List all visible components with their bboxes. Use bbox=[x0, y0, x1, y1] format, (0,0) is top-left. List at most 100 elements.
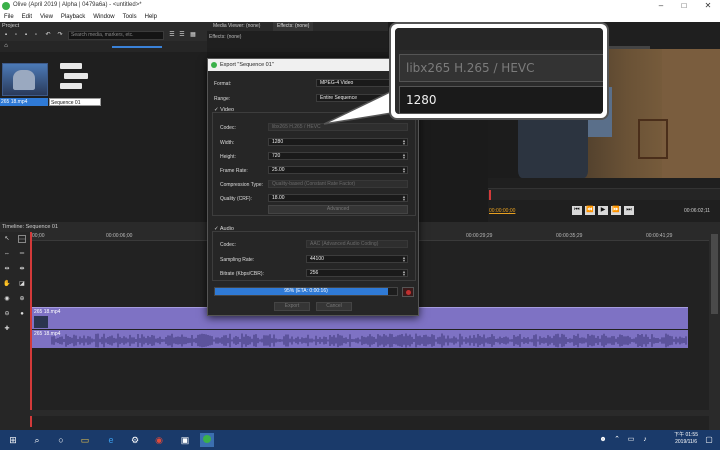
width-field[interactable]: 1280 ▲ ▼ bbox=[268, 138, 408, 146]
snap-icon[interactable]: ⋯ bbox=[18, 235, 26, 243]
pointer-tool-icon[interactable]: ↖ bbox=[3, 235, 11, 243]
menu-file[interactable]: File bbox=[0, 12, 18, 22]
tab-effects[interactable]: Effects: (none) bbox=[273, 22, 314, 31]
menu-edit[interactable]: Edit bbox=[18, 12, 36, 22]
people-icon[interactable]: ☻ bbox=[596, 433, 610, 447]
icon-view-icon[interactable]: ▦ bbox=[189, 31, 197, 39]
quality-field[interactable]: 18.00 ▲ ▼ bbox=[268, 194, 408, 202]
current-timecode[interactable]: 00:00:00;00 bbox=[489, 208, 515, 214]
chrome-icon[interactable]: ◉ bbox=[152, 433, 166, 447]
audio-clip[interactable]: 265 18.mp4 bbox=[32, 330, 688, 348]
zoom-out-icon[interactable]: ⊖ bbox=[3, 310, 11, 318]
export-dialog-title: Export "Sequence 01" bbox=[208, 59, 418, 71]
open-icon[interactable]: ▫ bbox=[12, 31, 20, 39]
edit-tool-icon[interactable]: ⇔ bbox=[3, 250, 11, 258]
bitrate-field[interactable]: 256 ▲ ▼ bbox=[306, 269, 408, 277]
settings-icon[interactable]: ⚙ bbox=[128, 433, 142, 447]
zoom-pointer bbox=[323, 90, 400, 125]
save-icon[interactable]: ▪ bbox=[22, 31, 30, 39]
fast-forward-button[interactable]: ⏩ bbox=[611, 206, 621, 215]
network-icon[interactable]: ▭ bbox=[624, 433, 638, 447]
menu-help[interactable]: Help bbox=[141, 12, 161, 22]
zoom-in-icon[interactable]: ⊕ bbox=[18, 295, 26, 303]
maximize-button[interactable]: □ bbox=[676, 1, 692, 11]
olive-taskbar-icon[interactable] bbox=[200, 433, 214, 447]
menu-playback[interactable]: Playback bbox=[57, 12, 89, 22]
close-button[interactable]: ✕ bbox=[700, 1, 716, 11]
volume-icon[interactable]: ♪ bbox=[638, 433, 652, 447]
codec-label: Codec: bbox=[220, 125, 236, 131]
tree-view-icon[interactable]: ☰ bbox=[178, 31, 186, 39]
folder-icon[interactable]: ⌂ bbox=[2, 42, 10, 50]
search-icon[interactable]: ⌕ bbox=[30, 433, 44, 447]
timeline-h-scrollbar[interactable] bbox=[30, 410, 709, 416]
undo-icon[interactable]: ↶ bbox=[44, 31, 52, 39]
title-bar: Olive (April 2019 | Alpha | 0479a6a) - <… bbox=[0, 0, 720, 12]
file-explorer-icon[interactable]: ▭ bbox=[78, 433, 92, 447]
advanced-button[interactable]: Advanced bbox=[268, 205, 408, 214]
icon-size-slider[interactable] bbox=[112, 46, 162, 48]
olive-app-icon bbox=[211, 62, 217, 68]
clock-time: 下午 01:55 bbox=[674, 432, 698, 438]
frame-rate-field[interactable]: 25.00 ▲ ▼ bbox=[268, 166, 408, 174]
clip-thumbnail[interactable] bbox=[2, 63, 48, 96]
rewind-button[interactable]: ⏪ bbox=[585, 206, 595, 215]
project-search-input[interactable]: Search media, markers, etc. bbox=[68, 31, 164, 40]
zoom-codec-field: libx265 H.265 / HEVC bbox=[399, 54, 603, 82]
media-item-name[interactable]: 265 18.mp4 bbox=[0, 98, 48, 106]
add-icon[interactable]: ✚ bbox=[3, 325, 11, 333]
viewer-playhead[interactable] bbox=[489, 190, 491, 200]
quality-label: Quality (CRF): bbox=[220, 196, 252, 202]
frame-rate-label: Frame Rate: bbox=[220, 168, 248, 174]
transition-tool-icon[interactable]: ◪ bbox=[18, 280, 26, 288]
viewer-ruler[interactable] bbox=[488, 188, 720, 200]
width-label: Width: bbox=[220, 140, 235, 146]
play-button[interactable]: ▶ bbox=[598, 206, 608, 215]
import-icon[interactable]: ▫ bbox=[32, 31, 40, 39]
taskbar-clock[interactable]: 下午 01:55 2019/11/6 bbox=[674, 432, 698, 446]
hand-tool-icon[interactable]: ◉ bbox=[3, 295, 11, 303]
compression-select[interactable]: Quality-based (Constant Rate Factor) bbox=[268, 180, 408, 188]
video-clip-label: 265 18.mp4 bbox=[34, 309, 61, 315]
tab-media-viewer[interactable]: Media Viewer: (none) bbox=[213, 23, 260, 29]
height-field[interactable]: 720 ▲ ▼ bbox=[268, 152, 408, 160]
cortana-icon[interactable]: ○ bbox=[54, 433, 68, 447]
timeline-scrollbar[interactable] bbox=[709, 232, 720, 430]
height-label: Height: bbox=[220, 154, 236, 160]
ripple-tool-icon[interactable]: ═ bbox=[18, 250, 26, 258]
stop-export-button[interactable] bbox=[402, 287, 414, 297]
zoom-callout-inner: libx265 H.265 / HEVC 1280 bbox=[395, 28, 603, 114]
project-toolbar-2: ⌂ bbox=[0, 41, 207, 52]
project-panel-header: Project bbox=[0, 22, 207, 30]
chevron-up-icon[interactable]: ⌃ bbox=[610, 433, 624, 447]
rolling-tool-icon[interactable]: ⇹ bbox=[3, 265, 11, 273]
minimize-button[interactable]: – bbox=[653, 1, 669, 11]
list-view-icon[interactable]: ☰ bbox=[168, 31, 176, 39]
app-icon[interactable]: ▣ bbox=[178, 433, 192, 447]
menu-tools[interactable]: Tools bbox=[119, 12, 141, 22]
width-value: 1280 bbox=[272, 139, 284, 145]
menu-view[interactable]: View bbox=[36, 12, 57, 22]
redo-icon[interactable]: ↷ bbox=[56, 31, 64, 39]
ruler-label: 00:00:29;29 bbox=[466, 233, 493, 239]
zoom-callout: libx265 H.265 / HEVC 1280 bbox=[389, 22, 609, 120]
sequence-thumbnail[interactable] bbox=[58, 63, 92, 93]
start-icon[interactable]: ⊞ bbox=[6, 433, 20, 447]
go-to-start-button[interactable]: ⏮ bbox=[572, 206, 582, 215]
go-to-end-button[interactable]: ⏭ bbox=[624, 206, 634, 215]
sequence-item-name[interactable]: Sequence 01 bbox=[49, 98, 101, 106]
ruler-label: 00;00 bbox=[32, 233, 45, 239]
export-button[interactable]: Export bbox=[274, 302, 310, 311]
sampling-rate-field[interactable]: 44100 ▲ ▼ bbox=[306, 255, 408, 263]
new-icon[interactable]: ▪ bbox=[2, 31, 10, 39]
slip-tool-icon[interactable]: ⇼ bbox=[18, 265, 26, 273]
razor-tool-icon[interactable]: ✋ bbox=[3, 280, 11, 288]
notifications-icon[interactable]: ▢ bbox=[702, 433, 716, 447]
edge-icon[interactable]: e bbox=[104, 433, 118, 447]
bitrate-label: Bitrate (Kbps/CBR): bbox=[220, 271, 264, 277]
cancel-button[interactable]: Cancel bbox=[316, 302, 352, 311]
menu-window[interactable]: Window bbox=[89, 12, 118, 22]
record-icon[interactable]: ● bbox=[18, 310, 26, 318]
menu-bar: File Edit View Playback Window Tools Help bbox=[0, 12, 720, 22]
audio-codec-select[interactable]: AAC (Advanced Audio Coding) bbox=[306, 240, 408, 248]
